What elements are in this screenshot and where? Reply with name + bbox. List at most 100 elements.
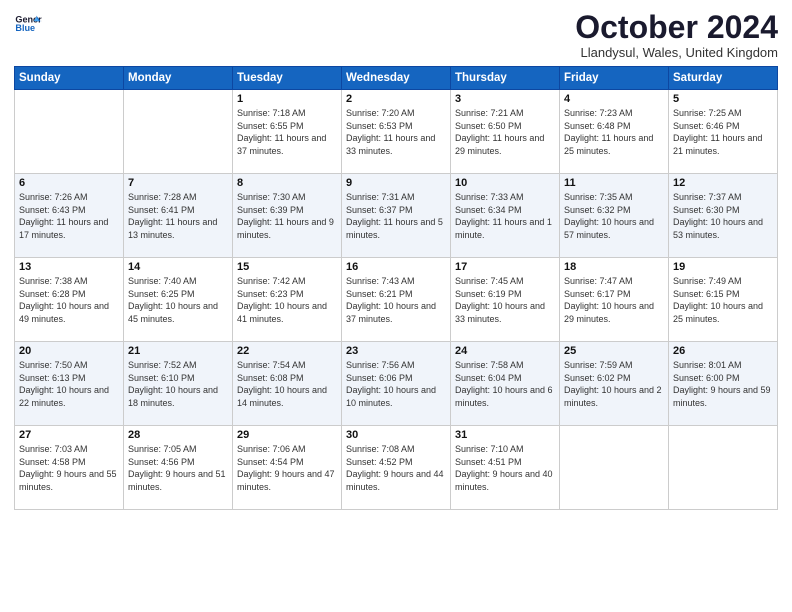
col-friday: Friday <box>560 67 669 90</box>
day-number: 11 <box>564 177 664 189</box>
day-info: Sunrise: 7:23 AM Sunset: 6:48 PM Dayligh… <box>564 107 664 157</box>
day-number: 4 <box>564 93 664 105</box>
day-info: Sunrise: 7:10 AM Sunset: 4:51 PM Dayligh… <box>455 443 555 493</box>
day-info: Sunrise: 7:21 AM Sunset: 6:50 PM Dayligh… <box>455 107 555 157</box>
day-number: 20 <box>19 345 119 357</box>
day-info: Sunrise: 7:31 AM Sunset: 6:37 PM Dayligh… <box>346 191 446 241</box>
day-number: 26 <box>673 345 773 357</box>
day-info: Sunrise: 7:50 AM Sunset: 6:13 PM Dayligh… <box>19 359 119 409</box>
table-row: 25 Sunrise: 7:59 AM Sunset: 6:02 PM Dayli… <box>560 342 669 426</box>
day-number: 21 <box>128 345 228 357</box>
day-number: 17 <box>455 261 555 273</box>
table-row: 20 Sunrise: 7:50 AM Sunset: 6:13 PM Dayli… <box>15 342 124 426</box>
day-info: Sunrise: 7:56 AM Sunset: 6:06 PM Dayligh… <box>346 359 446 409</box>
day-info: Sunrise: 7:05 AM Sunset: 4:56 PM Dayligh… <box>128 443 228 493</box>
day-info: Sunrise: 7:59 AM Sunset: 6:02 PM Dayligh… <box>564 359 664 409</box>
table-row: 31Sunrise: 7:10 AM Sunset: 4:51 PM Dayli… <box>451 426 560 510</box>
logo-icon: General Blue <box>14 10 42 38</box>
location: Llandysul, Wales, United Kingdom <box>575 45 778 60</box>
day-number: 6 <box>19 177 119 189</box>
table-row: 19Sunrise: 7:49 AM Sunset: 6:15 PM Dayli… <box>669 258 778 342</box>
header: General Blue October 2024 Llandysul, Wal… <box>14 10 778 60</box>
table-row: 29 Sunrise: 7:06 AM Sunset: 4:54 PM Dayli… <box>233 426 342 510</box>
table-row: 23 Sunrise: 7:56 AM Sunset: 6:06 PM Dayli… <box>342 342 451 426</box>
day-number: 28 <box>128 429 228 441</box>
day-number: 15 <box>237 261 337 273</box>
day-info: Sunrise: 7:03 AM Sunset: 4:58 PM Dayligh… <box>19 443 119 493</box>
title-block: October 2024 Llandysul, Wales, United Ki… <box>575 10 778 60</box>
table-row: 26 Sunrise: 8:01 AM Sunset: 6:00 PM Dayli… <box>669 342 778 426</box>
day-info: Sunrise: 7:18 AM Sunset: 6:55 PM Dayligh… <box>237 107 337 157</box>
day-info: Sunrise: 7:28 AM Sunset: 6:41 PM Dayligh… <box>128 191 228 241</box>
day-number: 12 <box>673 177 773 189</box>
day-info: Sunrise: 7:43 AM Sunset: 6:21 PM Dayligh… <box>346 275 446 325</box>
table-row: 22 Sunrise: 7:54 AM Sunset: 6:08 PM Dayli… <box>233 342 342 426</box>
page: General Blue October 2024 Llandysul, Wal… <box>0 0 792 612</box>
day-info: Sunrise: 7:08 AM Sunset: 4:52 PM Dayligh… <box>346 443 446 493</box>
day-number: 23 <box>346 345 446 357</box>
day-number: 25 <box>564 345 664 357</box>
table-row: 18Sunrise: 7:47 AM Sunset: 6:17 PM Dayli… <box>560 258 669 342</box>
day-number: 29 <box>237 429 337 441</box>
calendar-week-row: 20 Sunrise: 7:50 AM Sunset: 6:13 PM Dayli… <box>15 342 778 426</box>
table-row: 28 Sunrise: 7:05 AM Sunset: 4:56 PM Dayli… <box>124 426 233 510</box>
day-info: Sunrise: 7:25 AM Sunset: 6:46 PM Dayligh… <box>673 107 773 157</box>
day-info: Sunrise: 7:45 AM Sunset: 6:19 PM Dayligh… <box>455 275 555 325</box>
month-title: October 2024 <box>575 10 778 45</box>
table-row: 3 Sunrise: 7:21 AM Sunset: 6:50 PM Daylig… <box>451 90 560 174</box>
table-row <box>124 90 233 174</box>
day-info: Sunrise: 7:06 AM Sunset: 4:54 PM Dayligh… <box>237 443 337 493</box>
table-row: 15 Sunrise: 7:42 AM Sunset: 6:23 PM Dayli… <box>233 258 342 342</box>
col-thursday: Thursday <box>451 67 560 90</box>
calendar: Sunday Monday Tuesday Wednesday Thursday… <box>14 66 778 510</box>
col-tuesday: Tuesday <box>233 67 342 90</box>
day-number: 8 <box>237 177 337 189</box>
day-number: 9 <box>346 177 446 189</box>
day-number: 27 <box>19 429 119 441</box>
day-info: Sunrise: 7:38 AM Sunset: 6:28 PM Dayligh… <box>19 275 119 325</box>
table-row: 12 Sunrise: 7:37 AM Sunset: 6:30 PM Dayli… <box>669 174 778 258</box>
table-row: 27 Sunrise: 7:03 AM Sunset: 4:58 PM Dayli… <box>15 426 124 510</box>
day-info: Sunrise: 7:54 AM Sunset: 6:08 PM Dayligh… <box>237 359 337 409</box>
table-row: 8 Sunrise: 7:30 AM Sunset: 6:39 PM Daylig… <box>233 174 342 258</box>
calendar-week-row: 6 Sunrise: 7:26 AM Sunset: 6:43 PM Daylig… <box>15 174 778 258</box>
calendar-week-row: 13 Sunrise: 7:38 AM Sunset: 6:28 PM Dayli… <box>15 258 778 342</box>
table-row: 30 Sunrise: 7:08 AM Sunset: 4:52 PM Dayli… <box>342 426 451 510</box>
table-row: 14Sunrise: 7:40 AM Sunset: 6:25 PM Dayli… <box>124 258 233 342</box>
table-row: 21 Sunrise: 7:52 AM Sunset: 6:10 PM Dayli… <box>124 342 233 426</box>
calendar-week-row: 1 Sunrise: 7:18 AM Sunset: 6:55 PM Daylig… <box>15 90 778 174</box>
day-number: 1 <box>237 93 337 105</box>
table-row: 11 Sunrise: 7:35 AM Sunset: 6:32 PM Dayli… <box>560 174 669 258</box>
day-info: Sunrise: 7:20 AM Sunset: 6:53 PM Dayligh… <box>346 107 446 157</box>
table-row <box>15 90 124 174</box>
col-saturday: Saturday <box>669 67 778 90</box>
day-number: 2 <box>346 93 446 105</box>
day-info: Sunrise: 7:42 AM Sunset: 6:23 PM Dayligh… <box>237 275 337 325</box>
day-number: 13 <box>19 261 119 273</box>
day-number: 10 <box>455 177 555 189</box>
day-info: Sunrise: 8:01 AM Sunset: 6:00 PM Dayligh… <box>673 359 773 409</box>
day-info: Sunrise: 7:47 AM Sunset: 6:17 PM Dayligh… <box>564 275 664 325</box>
table-row: 2 Sunrise: 7:20 AM Sunset: 6:53 PM Daylig… <box>342 90 451 174</box>
day-info: Sunrise: 7:52 AM Sunset: 6:10 PM Dayligh… <box>128 359 228 409</box>
day-number: 22 <box>237 345 337 357</box>
table-row: 4 Sunrise: 7:23 AM Sunset: 6:48 PM Daylig… <box>560 90 669 174</box>
logo: General Blue <box>14 10 42 38</box>
table-row <box>560 426 669 510</box>
day-number: 30 <box>346 429 446 441</box>
col-monday: Monday <box>124 67 233 90</box>
day-number: 16 <box>346 261 446 273</box>
table-row: 1 Sunrise: 7:18 AM Sunset: 6:55 PM Daylig… <box>233 90 342 174</box>
table-row: 24Sunrise: 7:58 AM Sunset: 6:04 PM Dayli… <box>451 342 560 426</box>
day-info: Sunrise: 7:37 AM Sunset: 6:30 PM Dayligh… <box>673 191 773 241</box>
day-number: 3 <box>455 93 555 105</box>
day-info: Sunrise: 7:30 AM Sunset: 6:39 PM Dayligh… <box>237 191 337 241</box>
calendar-header-row: Sunday Monday Tuesday Wednesday Thursday… <box>15 67 778 90</box>
day-number: 14 <box>128 261 228 273</box>
day-info: Sunrise: 7:35 AM Sunset: 6:32 PM Dayligh… <box>564 191 664 241</box>
table-row: 10Sunrise: 7:33 AM Sunset: 6:34 PM Dayli… <box>451 174 560 258</box>
col-sunday: Sunday <box>15 67 124 90</box>
table-row: 6 Sunrise: 7:26 AM Sunset: 6:43 PM Daylig… <box>15 174 124 258</box>
day-info: Sunrise: 7:26 AM Sunset: 6:43 PM Dayligh… <box>19 191 119 241</box>
table-row: 16 Sunrise: 7:43 AM Sunset: 6:21 PM Dayli… <box>342 258 451 342</box>
